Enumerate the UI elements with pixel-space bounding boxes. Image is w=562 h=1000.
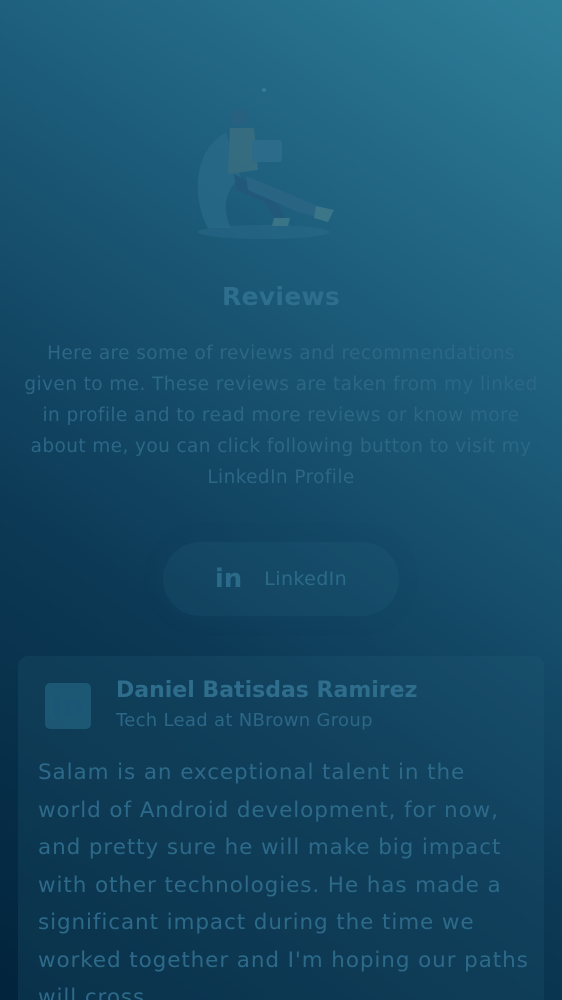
review-card: in Daniel Batisdas Ramirez Tech Lead at … — [18, 656, 544, 1000]
linkedin-button-label: LinkedIn — [264, 568, 348, 590]
reviews-page: Reviews Here are some of reviews and rec… — [0, 0, 562, 1000]
reviewer-role: Tech Lead at NBrown Group — [116, 710, 373, 731]
linkedin-icon: in — [214, 564, 243, 594]
review-text: Salam is an exceptional talent in the wo… — [38, 760, 529, 1000]
section-title: Reviews — [221, 282, 341, 311]
reviewer-name: Daniel Batisdas Ramirez — [116, 678, 418, 703]
linkedin-logo-icon: in — [45, 683, 91, 729]
person-reading-illustration — [197, 88, 334, 239]
linkedin-logo-glyph: in — [52, 688, 84, 724]
section-description: Here are some of reviews and recommendat… — [24, 343, 538, 488]
linkedin-profile-button[interactable]: in LinkedIn — [163, 542, 399, 616]
